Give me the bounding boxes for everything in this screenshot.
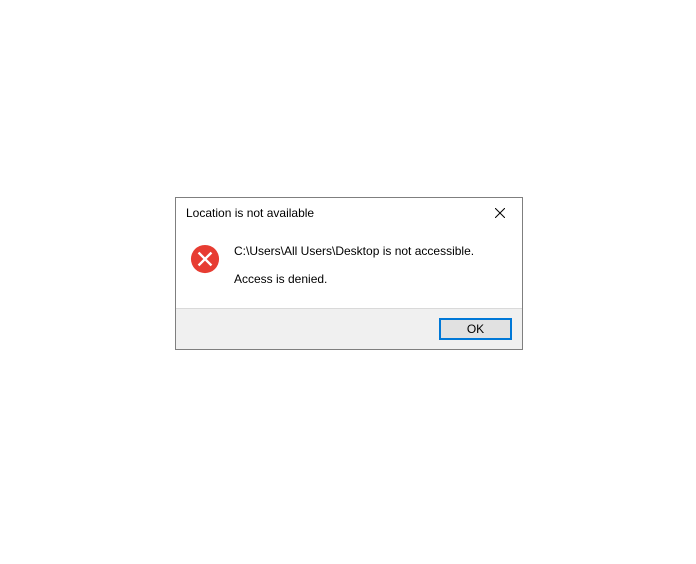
message-line-1: C:\Users\All Users\Desktop is not access… (234, 244, 510, 258)
close-icon (495, 206, 505, 221)
error-dialog: Location is not available C:\Users\All U… (175, 197, 523, 350)
ok-button[interactable]: OK (439, 318, 512, 340)
dialog-title: Location is not available (186, 206, 314, 220)
error-icon (190, 244, 220, 274)
titlebar: Location is not available (176, 198, 522, 228)
message-line-2: Access is denied. (234, 272, 510, 286)
dialog-message: C:\Users\All Users\Desktop is not access… (234, 242, 510, 286)
dialog-body: C:\Users\All Users\Desktop is not access… (176, 228, 522, 308)
dialog-button-row: OK (176, 308, 522, 349)
close-button[interactable] (478, 198, 522, 228)
